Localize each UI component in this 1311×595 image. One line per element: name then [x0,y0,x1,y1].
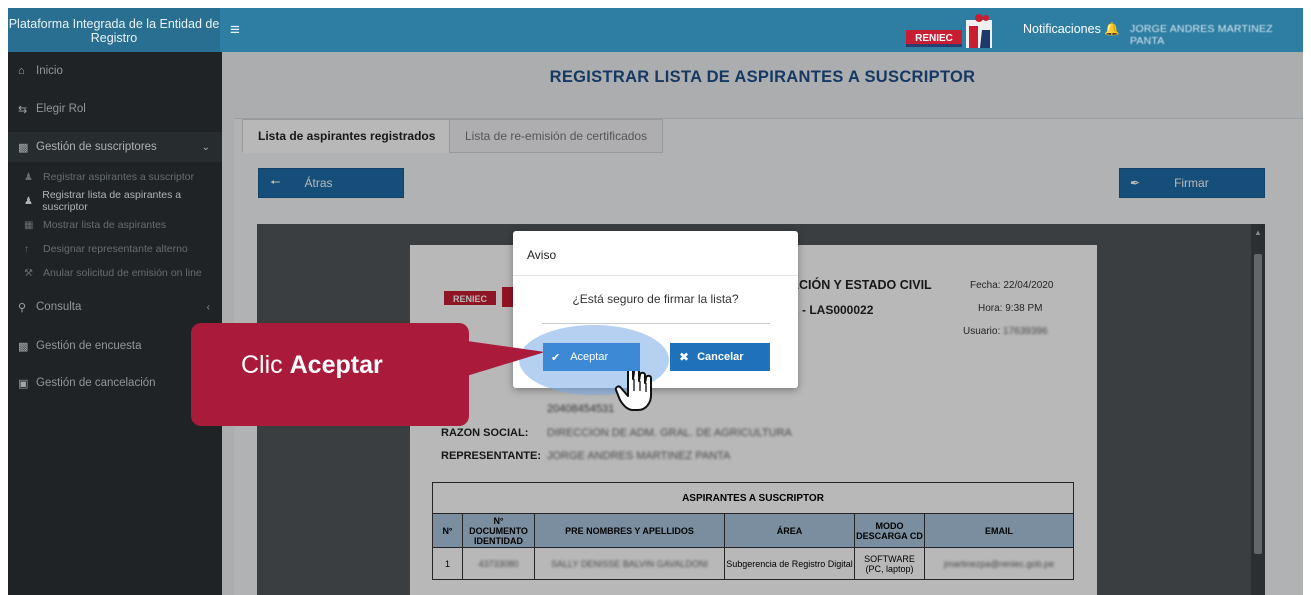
check-icon: ✔ [551,351,561,364]
cancel-label: Cancelar [697,351,744,363]
accept-button-highlighted[interactable]: ✔ Aceptar [543,343,640,371]
top-bar: Plataforma Integrada de la Entidad de Re… [8,8,1303,52]
dialog-title: Aviso [527,248,557,262]
notifications-label: Notificaciones [1023,22,1101,36]
callout-emphasis: Aceptar [289,351,383,379]
bell-icon: 🔔 [1104,22,1120,36]
dialog-message: ¿Está seguro de firmar la lista? [572,292,739,306]
accept-label: Aceptar [570,351,609,363]
callout-prefix: Clic [241,351,283,379]
cancel-button[interactable]: ✖ Cancelar [670,343,770,371]
notifications-link[interactable]: Notificaciones 🔔 [1023,22,1120,37]
app-brand[interactable]: Plataforma Integrada de la Entidad de Re… [8,8,220,52]
reniec-logo: RENIEC [906,12,996,50]
user-name[interactable]: JORGE ANDRES MARTINEZ PANTA [1130,23,1303,47]
menu-toggle-icon[interactable]: ≡ [230,20,240,40]
logo-text: RENIEC [915,33,953,44]
dialog-separator [542,323,770,324]
close-icon: ✖ [679,350,690,364]
dialog-divider [513,275,798,276]
callout-text: Clic Aceptar [241,351,383,380]
